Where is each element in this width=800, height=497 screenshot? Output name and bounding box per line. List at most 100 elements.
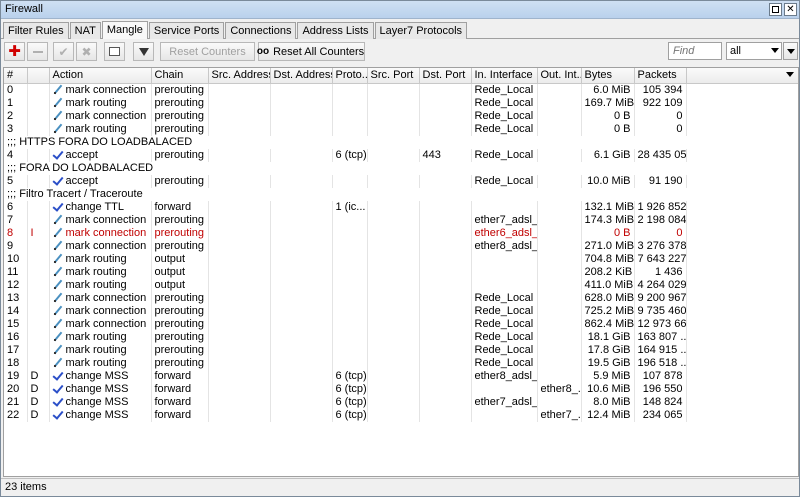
- column-header[interactable]: Dst. Port: [419, 68, 472, 84]
- comment-row[interactable]: ;;; Filtro Tracert / Traceroute: [4, 187, 798, 201]
- tab-nat[interactable]: NAT: [69, 22, 101, 39]
- tab-mangle[interactable]: Mangle: [101, 21, 148, 39]
- src-port: [367, 317, 420, 331]
- table-row[interactable]: 0 mark connection prerouting Rede_Local 6.0 …: [4, 83, 798, 97]
- spacer: [686, 369, 798, 383]
- table-row[interactable]: 21Dchange MSS forward 6 (tcp) ether7_adsl_.…: [4, 395, 798, 409]
- bytes-count: 12.4 MiB: [581, 408, 635, 422]
- rule-flag: [27, 239, 50, 253]
- column-header[interactable]: In. Interface: [471, 68, 538, 84]
- table-row[interactable]: 14 mark connection prerouting Rede_Local 725…: [4, 304, 798, 318]
- column-header[interactable]: Dst. Address: [270, 68, 333, 84]
- table-row[interactable]: 18 mark routing prerouting Rede_Local 19.5 G…: [4, 356, 798, 370]
- out-interface: [537, 356, 582, 370]
- packets-count: 105 394: [634, 83, 687, 97]
- title-bar[interactable]: Firewall ✕: [1, 1, 799, 19]
- column-menu-button[interactable]: [686, 68, 798, 84]
- rule-protocol: [332, 109, 368, 123]
- out-interface: ether8_...: [537, 382, 582, 396]
- column-header[interactable]: Packets: [634, 68, 687, 84]
- table-row[interactable]: 12 mark routing output 411.0 MiB 4 264 029: [4, 278, 798, 292]
- table-row[interactable]: 17 mark routing prerouting Rede_Local 17.8 G…: [4, 343, 798, 357]
- dst-port: [419, 408, 472, 422]
- restore-button[interactable]: [769, 3, 782, 16]
- check-icon: [53, 409, 63, 419]
- rule-chain: forward: [151, 200, 209, 214]
- table-row[interactable]: 20Dchange MSS forward 6 (tcp) ether8_...10.…: [4, 382, 798, 396]
- src-port: [367, 200, 420, 214]
- rule-action: accept: [49, 174, 152, 188]
- in-interface: Rede_Local: [471, 83, 538, 97]
- tab-connections[interactable]: Connections: [225, 22, 297, 39]
- rule-protocol: [332, 330, 368, 344]
- tab-filter-rules[interactable]: Filter Rules: [3, 22, 69, 39]
- rule-flag: [27, 83, 50, 97]
- disable-button[interactable]: ✖: [76, 42, 97, 61]
- column-header[interactable]: Proto...: [332, 68, 368, 84]
- bytes-count: 10.0 MiB: [581, 174, 635, 188]
- column-header[interactable]: Src. Address: [208, 68, 271, 84]
- bytes-count: 271.0 MiB: [581, 239, 635, 253]
- add-button[interactable]: ✚: [4, 42, 25, 61]
- table-row[interactable]: 2 mark connection prerouting Rede_Local 0 B0: [4, 109, 798, 123]
- find-input[interactable]: [668, 42, 722, 60]
- comment-button[interactable]: [104, 42, 125, 61]
- column-header[interactable]: [27, 68, 50, 84]
- column-header[interactable]: Bytes: [581, 68, 635, 84]
- rule-action: mark routing: [49, 96, 152, 110]
- remove-button[interactable]: [27, 42, 48, 61]
- tab-address-lists[interactable]: Address Lists: [297, 22, 374, 39]
- reset-counters-button[interactable]: Reset Counters: [160, 42, 255, 61]
- rule-protocol: [332, 239, 368, 253]
- table-row[interactable]: 8Imark connection prerouting ether6_adsl_.…: [4, 226, 798, 240]
- enable-button[interactable]: ✔: [53, 42, 74, 61]
- dst-port: [419, 382, 472, 396]
- tab-layer7-protocols[interactable]: Layer7 Protocols: [374, 22, 468, 39]
- table-row[interactable]: 13 mark connection prerouting Rede_Local 628…: [4, 291, 798, 305]
- table-row[interactable]: 3 mark routing prerouting Rede_Local 0 B0: [4, 122, 798, 136]
- table-row[interactable]: 15 mark connection prerouting Rede_Local 862…: [4, 317, 798, 331]
- table-row[interactable]: 7 mark connection prerouting ether7_adsl_..…: [4, 213, 798, 227]
- tab-service-ports[interactable]: Service Ports: [148, 22, 225, 39]
- options-dropdown-button[interactable]: [783, 42, 798, 60]
- reset-all-counters-button[interactable]: oo Reset All Counters: [257, 42, 365, 61]
- dst-port: [419, 369, 472, 383]
- table-row[interactable]: 9 mark connection prerouting ether8_adsl_..…: [4, 239, 798, 253]
- in-interface: Rede_Local: [471, 343, 538, 357]
- dst-address: [270, 122, 333, 136]
- rule-action-label: mark routing: [65, 96, 127, 109]
- filter-select[interactable]: all: [726, 42, 782, 60]
- out-interface: [537, 122, 582, 136]
- rule-action-label: mark connection: [65, 109, 147, 122]
- column-header[interactable]: #: [4, 68, 28, 84]
- rule-number: 17: [4, 343, 28, 357]
- column-header[interactable]: Src. Port: [367, 68, 420, 84]
- rule-chain: prerouting: [151, 239, 209, 253]
- table-row[interactable]: 11 mark routing output 208.2 KiB 1 436: [4, 265, 798, 279]
- comment-row[interactable]: ;;; HTTPS FORA DO LOADBALACED: [4, 135, 798, 149]
- src-address: [208, 356, 271, 370]
- rule-action-label: mark routing: [65, 330, 127, 343]
- rule-flag: [27, 278, 50, 292]
- filter-button[interactable]: [133, 42, 154, 61]
- column-header[interactable]: Chain: [151, 68, 209, 84]
- table-row[interactable]: 10 mark routing output 704.8 MiB 7 643 227: [4, 252, 798, 266]
- out-interface: [537, 330, 582, 344]
- table-row[interactable]: 6 change TTL forward 1 (ic... 132.1 MiB 1 926…: [4, 200, 798, 214]
- table-row[interactable]: 5 accept prerouting Rede_Local 10.0 MiB 91 19…: [4, 174, 798, 188]
- column-header[interactable]: Out. Int...: [537, 68, 582, 84]
- column-header[interactable]: Action: [49, 68, 152, 84]
- table-row[interactable]: 19Dchange MSS forward 6 (tcp) ether8_adsl_.…: [4, 369, 798, 383]
- rule-number: 9: [4, 239, 28, 253]
- src-address: [208, 408, 271, 422]
- comment-row[interactable]: ;;; FORA DO LOADBALACED: [4, 161, 798, 175]
- table-row[interactable]: 16 mark routing prerouting Rede_Local 18.1 G…: [4, 330, 798, 344]
- table-row[interactable]: 1 mark routing prerouting Rede_Local 169.7 M…: [4, 96, 798, 110]
- rule-chain: prerouting: [151, 83, 209, 97]
- bytes-count: 17.8 GiB: [581, 343, 635, 357]
- close-button[interactable]: ✕: [784, 3, 797, 16]
- out-interface: [537, 252, 582, 266]
- table-row[interactable]: 4 accept prerouting 6 (tcp) 443 Rede_Local 6.1…: [4, 148, 798, 162]
- check-icon: [53, 175, 63, 185]
- table-row[interactable]: 22Dchange MSS forward 6 (tcp) ether7_...12.…: [4, 408, 798, 422]
